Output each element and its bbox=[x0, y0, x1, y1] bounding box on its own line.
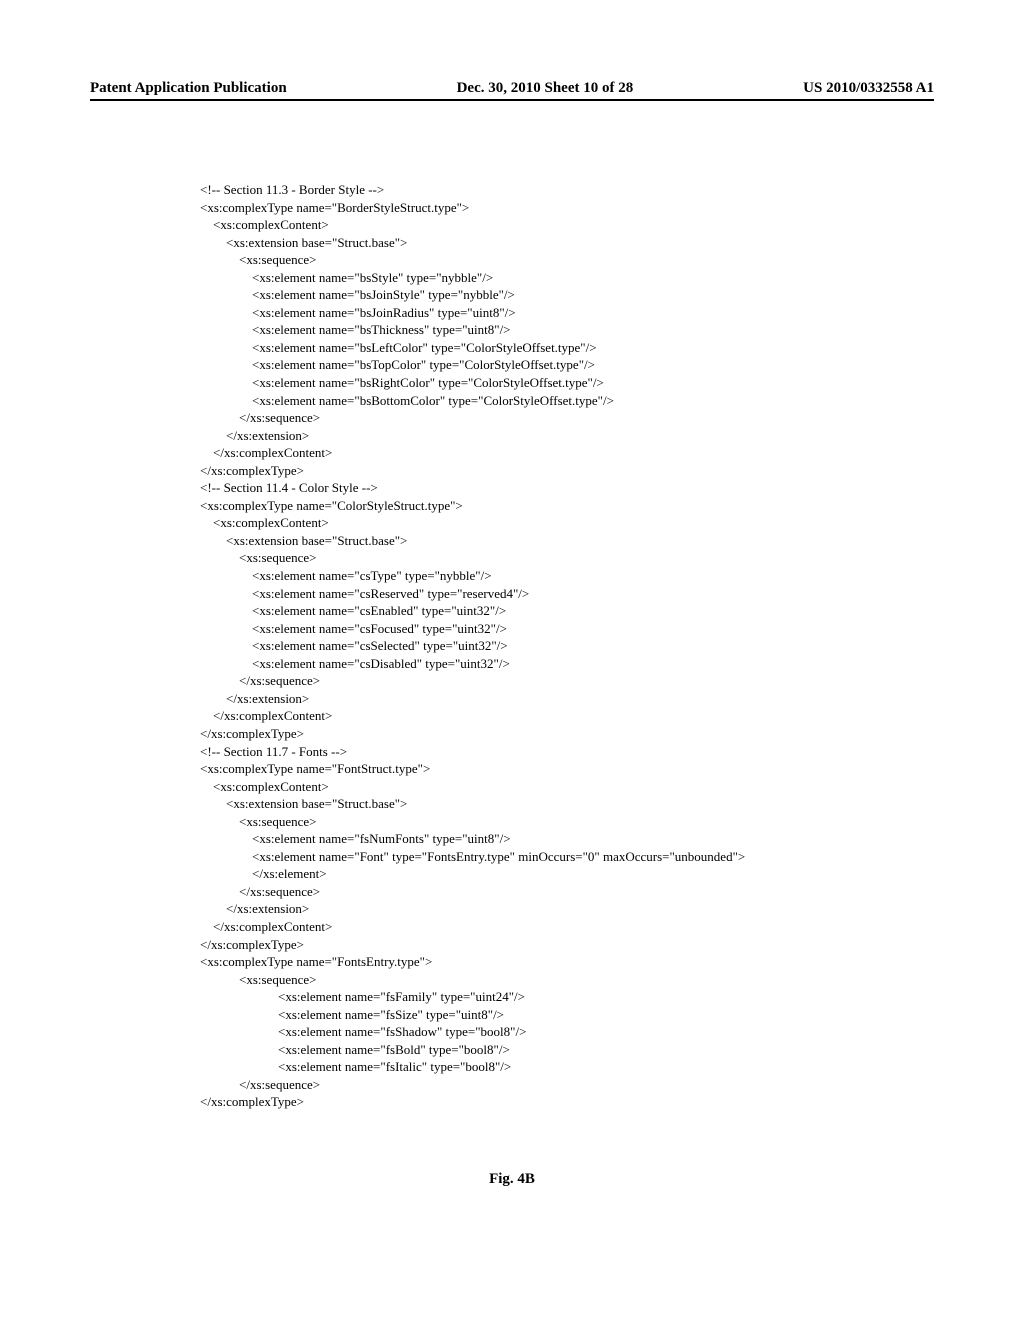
header-right: US 2010/0332558 A1 bbox=[803, 80, 934, 97]
header-left: Patent Application Publication bbox=[90, 80, 287, 97]
page-container: Patent Application Publication Dec. 30, … bbox=[0, 0, 1024, 1228]
header-center: Dec. 30, 2010 Sheet 10 of 28 bbox=[457, 80, 634, 97]
figure-caption: Fig. 4B bbox=[90, 1171, 934, 1188]
xml-schema-code: <!-- Section 11.3 - Border Style --> <xs… bbox=[200, 181, 934, 1111]
page-header: Patent Application Publication Dec. 30, … bbox=[90, 80, 934, 101]
